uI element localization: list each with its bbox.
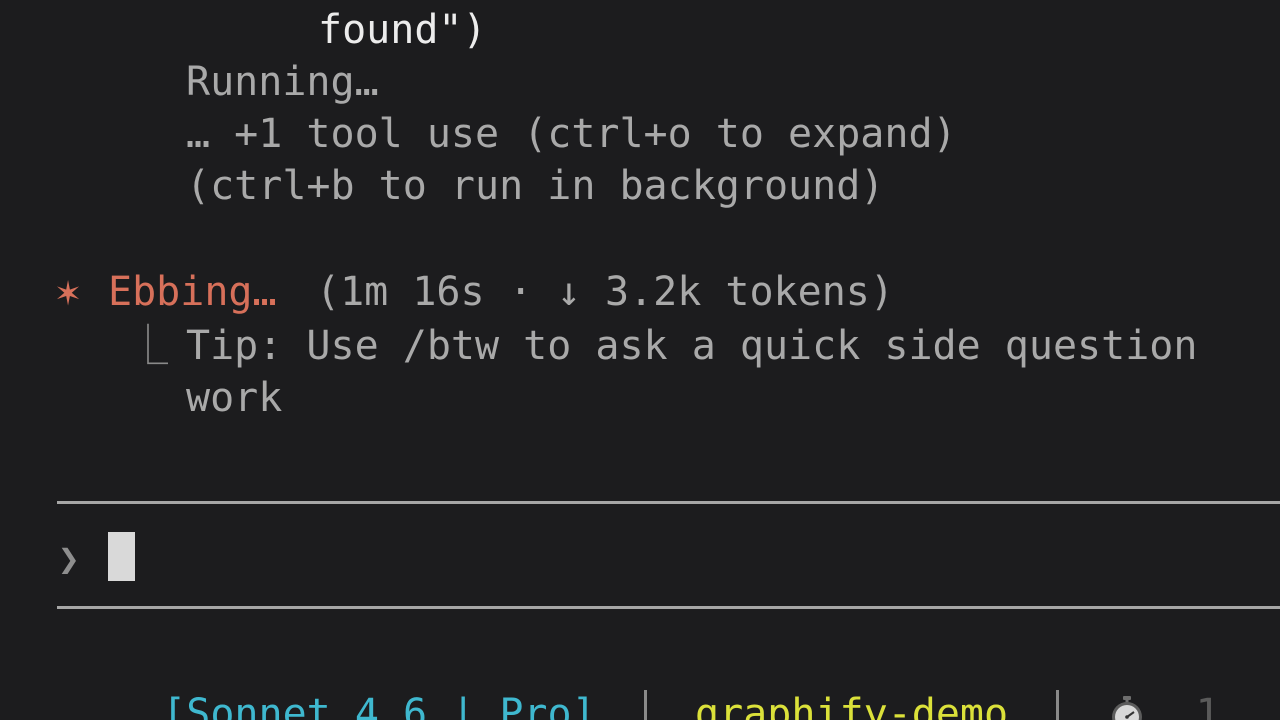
activity-star-icon: ✶ [56, 269, 81, 315]
collapsed-tool-use-line[interactable]: … +1 tool use (ctrl+o to expand) [186, 108, 957, 160]
tool-output-line-found: found") [318, 7, 487, 53]
stopwatch-icon [1107, 688, 1147, 720]
model-plan-label: [Sonnet 4.6 | Pro] [162, 691, 596, 720]
timer-value: 1… [1195, 691, 1244, 720]
prompt-input[interactable] [108, 530, 1258, 584]
tip-text-line1: Tip: Use /btw to ask a quick side questi… [186, 323, 1198, 369]
prompt-chevron-icon: ❯ [58, 539, 80, 580]
tip-text-line2: work [186, 375, 283, 421]
background-hint-line: (ctrl+b to run in background) [186, 163, 885, 209]
activity-verb: Ebbing… [108, 269, 277, 315]
activity-stats: (1m 16s · ↓ 3.2k tokens) [316, 269, 894, 315]
input-top-border [57, 501, 1280, 504]
statusline: [Sonnet 4.6 | Pro] graphify-demo 1… [114, 636, 1244, 720]
project-name-label: graphify-demo [695, 691, 1009, 720]
text-cursor [108, 532, 135, 581]
running-status-line: Running… [186, 59, 379, 105]
input-bottom-border [57, 606, 1280, 609]
tip-branch-icon: ⎿ [128, 323, 168, 369]
